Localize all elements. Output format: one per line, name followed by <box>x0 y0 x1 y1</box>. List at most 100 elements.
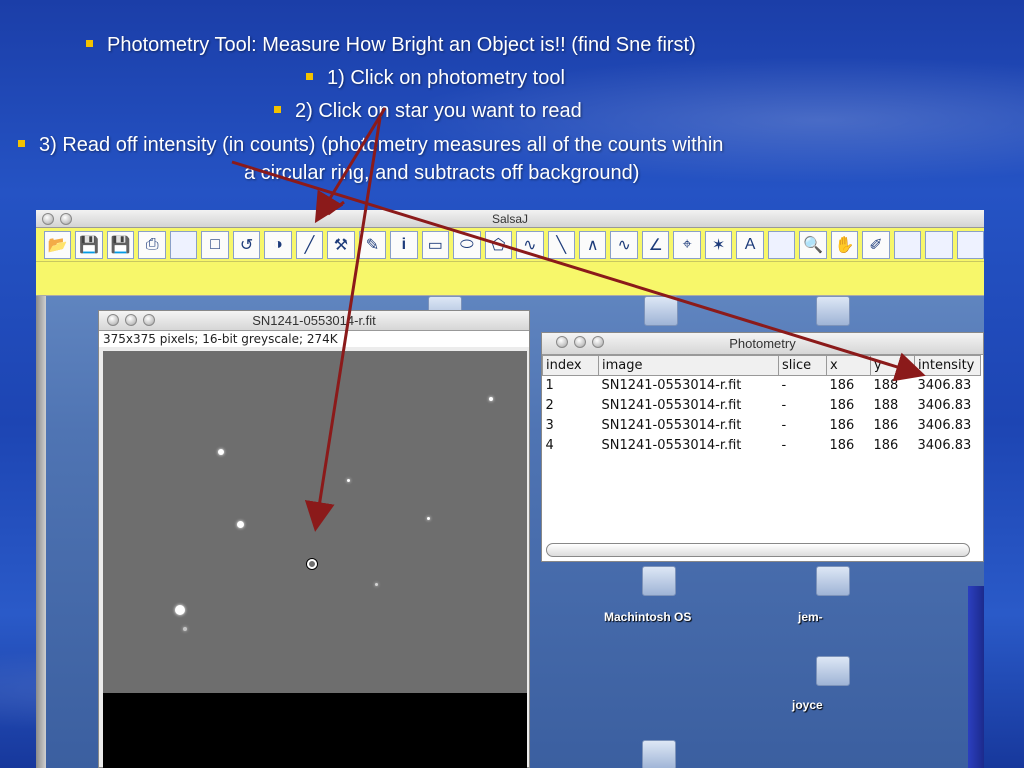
star[interactable] <box>375 583 378 586</box>
toolbar-empty-slot <box>767 230 796 259</box>
oval-icon[interactable]: ⬭ <box>453 230 481 259</box>
info-icon[interactable]: i <box>390 230 418 259</box>
freehand-line-icon[interactable]: ∿ <box>610 230 638 259</box>
cell-intensity: 3406.83 <box>917 418 972 433</box>
bullet-2: 1) Click on photometry tool <box>306 67 565 90</box>
column-header[interactable]: y <box>870 355 915 376</box>
dock <box>36 230 46 768</box>
column-header[interactable]: x <box>826 355 871 376</box>
cell-y: 186 <box>873 438 899 453</box>
cell-intensity: 3406.83 <box>917 378 972 394</box>
app-title: SalsaJ <box>491 212 529 226</box>
segmented-line-icon[interactable]: ∧ <box>578 230 607 259</box>
folder-icon[interactable] <box>816 296 850 326</box>
minimize-icon[interactable] <box>60 213 72 225</box>
cell-x: 186 <box>829 438 855 453</box>
cell-image: SN1241-0553014-r.fit <box>601 438 742 453</box>
window-controls <box>107 314 155 326</box>
photometry-window: Photometry index image slice x y intensi… <box>541 332 984 562</box>
image-window-empty-area <box>103 693 527 768</box>
photometry-titlebar: Photometry <box>542 333 983 355</box>
cell-image: SN1241-0553014-r.fit <box>601 378 742 394</box>
fits-image[interactable] <box>103 351 527 693</box>
desktop-label-machintosh[interactable]: Machintosh OS <box>604 610 691 624</box>
folder-icon[interactable] <box>816 566 850 596</box>
table-row[interactable]: 3 SN1241-0553014-r.fit - 186 186 3406.83 <box>543 416 981 436</box>
desktop-label-joyce[interactable]: joyce <box>792 698 823 712</box>
bullet-3: 2) Click on star you want to read <box>274 100 582 123</box>
folder-icon[interactable] <box>644 296 678 326</box>
window-controls <box>42 213 72 225</box>
print-icon[interactable]: ⎙ <box>138 230 166 259</box>
settings-wrench-icon[interactable]: ⚒ <box>327 230 355 259</box>
column-header[interactable]: intensity <box>914 355 981 376</box>
column-header[interactable]: slice <box>778 355 827 376</box>
cell-y: 188 <box>873 398 899 413</box>
cell-x: 186 <box>829 378 855 394</box>
save-icon[interactable]: 💾 <box>75 230 103 259</box>
star[interactable] <box>218 449 224 455</box>
cell-slice: - <box>781 398 787 413</box>
cell-x: 186 <box>829 418 855 433</box>
desktop-label-jem[interactable]: jem- <box>798 610 823 624</box>
angle-icon[interactable]: ∠ <box>641 230 670 259</box>
image-window: SN1241-0553014-r.fit 375x375 pixels; 16-… <box>98 310 530 768</box>
star[interactable] <box>183 627 187 631</box>
photometry-aperture-icon[interactable] <box>307 559 317 569</box>
star[interactable] <box>347 479 350 482</box>
image-info: 375x375 pixels; 16-bit greyscale; 274K <box>99 331 529 347</box>
star[interactable] <box>175 605 185 615</box>
zoom-window-icon[interactable] <box>143 314 155 326</box>
table-row[interactable]: 1 SN1241-0553014-r.fit - 186 188 3406.83 <box>543 376 981 396</box>
slide-bullets: Photometry Tool: Measure How Bright an O… <box>0 0 1024 200</box>
column-header[interactable]: index <box>542 355 599 376</box>
cell-x: 186 <box>829 398 855 413</box>
open-icon[interactable]: 📂 <box>44 230 72 259</box>
folder-icon[interactable] <box>642 740 676 768</box>
minimize-icon[interactable] <box>574 336 586 348</box>
rectangle-select-icon[interactable]: □ <box>201 230 229 259</box>
undo-icon[interactable]: ↺ <box>232 230 261 259</box>
zoom-icon[interactable]: 🔍 <box>799 230 827 259</box>
hand-icon[interactable]: ✋ <box>830 230 859 259</box>
cell-slice: - <box>781 438 787 453</box>
close-icon[interactable] <box>107 314 119 326</box>
side-panel <box>968 586 984 768</box>
star[interactable] <box>237 521 244 528</box>
folder-icon[interactable] <box>642 566 676 596</box>
close-icon[interactable] <box>42 213 54 225</box>
cell-index: 3 <box>545 418 554 433</box>
horizontal-scrollbar[interactable] <box>546 543 970 557</box>
close-icon[interactable] <box>556 336 568 348</box>
image-window-title: SN1241-0553014-r.fit <box>252 313 376 328</box>
table-header-row: index image slice x y intensity <box>542 355 981 376</box>
freehand-icon[interactable]: ∿ <box>516 230 544 259</box>
star[interactable] <box>489 397 493 401</box>
dropper-icon[interactable]: ✐ <box>862 230 890 259</box>
photometry-wand-icon[interactable]: ╱ <box>295 230 324 259</box>
star[interactable] <box>427 517 430 520</box>
salsaj-screenshot: SalsaJ 📂 💾 💾 ⎙ □ ↺ ◑ ╱ ⚒ ✎ i ▭ ⬭ ⬠ ∿ ╲ ∧ ∿ ∠ ⌖ ✶ A 🔍 ✋ ✐ Machint… <box>36 210 984 768</box>
toolbar-empty-slot <box>925 230 953 259</box>
zoom-window-icon[interactable] <box>592 336 604 348</box>
paint-icon[interactable]: ✎ <box>358 230 387 259</box>
image-window-titlebar: SN1241-0553014-r.fit <box>99 311 529 331</box>
wand-icon[interactable]: ✶ <box>704 230 733 259</box>
crosshair-icon[interactable]: ⌖ <box>673 230 701 259</box>
rectangle-icon[interactable]: ▭ <box>421 230 450 259</box>
folder-icon[interactable] <box>816 656 850 686</box>
cell-image: SN1241-0553014-r.fit <box>601 418 742 433</box>
contrast-icon[interactable]: ◑ <box>264 230 292 259</box>
text-icon[interactable]: A <box>736 230 764 259</box>
cell-slice: - <box>781 418 787 433</box>
line-icon[interactable]: ╲ <box>547 230 575 259</box>
polygon-icon[interactable]: ⬠ <box>484 230 513 259</box>
table-row[interactable]: 2 SN1241-0553014-r.fit - 186 188 3406.83 <box>543 396 981 416</box>
save-as-icon[interactable]: 💾 <box>106 230 135 259</box>
table-row[interactable]: 4 SN1241-0553014-r.fit - 186 186 3406.83 <box>543 436 981 456</box>
toolbar-status-bar <box>36 262 984 296</box>
cell-intensity: 3406.83 <box>917 438 972 453</box>
column-header[interactable]: image <box>598 355 779 376</box>
cell-index: 4 <box>545 438 554 453</box>
minimize-icon[interactable] <box>125 314 137 326</box>
